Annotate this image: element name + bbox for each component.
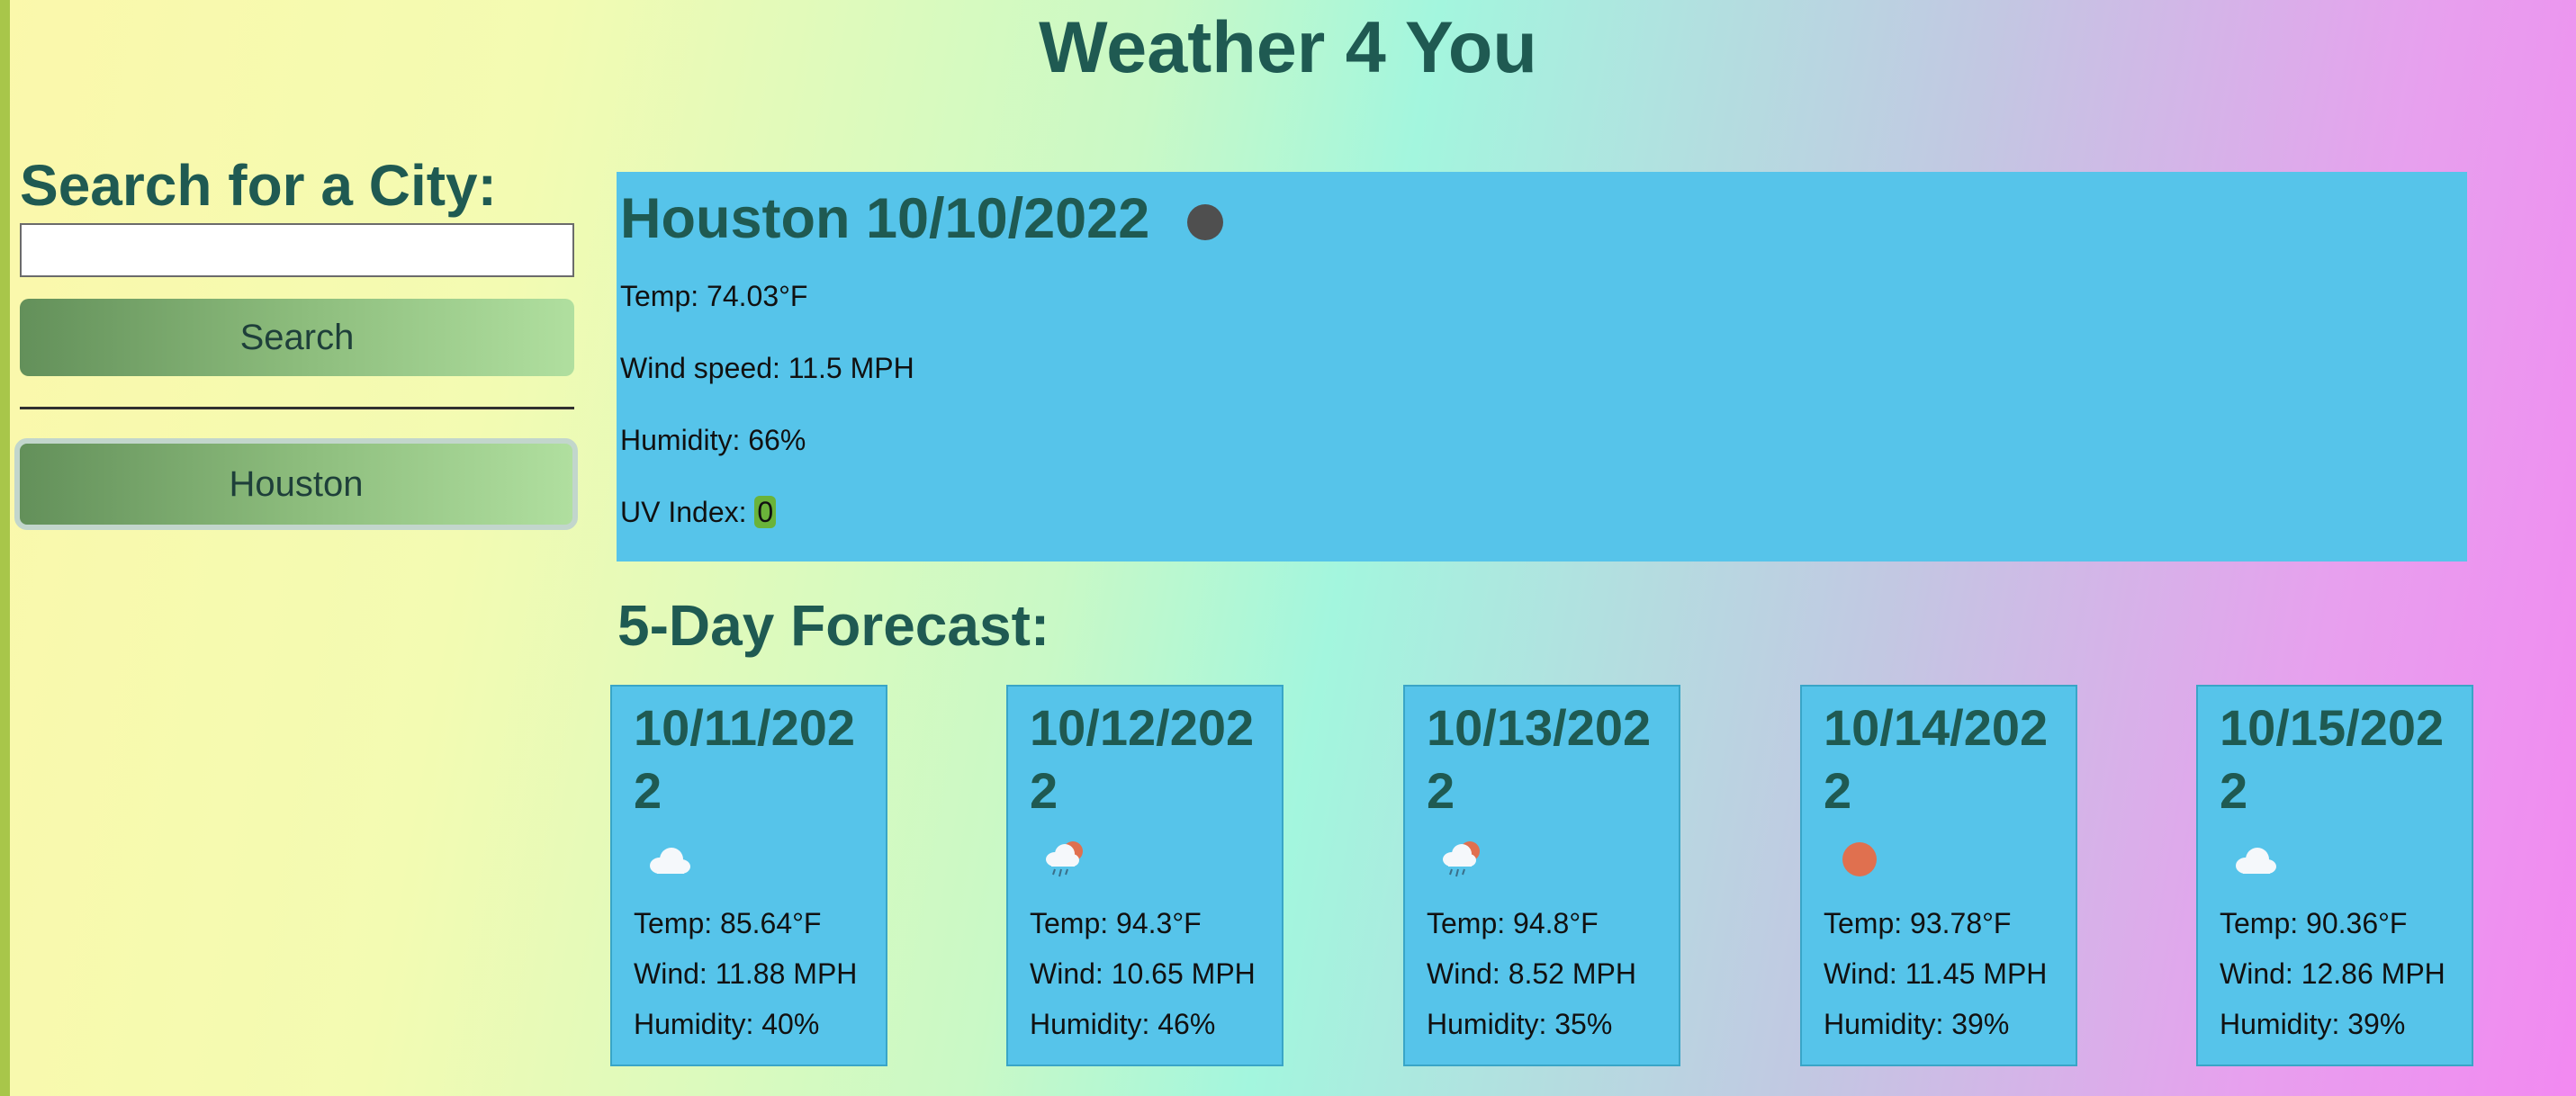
cloud-icon [2220,830,2450,889]
forecast-temp: Temp: 85.64°F [634,907,822,939]
current-humidity: Humidity: 66% [620,424,806,456]
current-city-date: Houston 10/10/2022 [620,187,1150,250]
current-weather-title: Houston 10/10/2022 [620,184,2463,253]
forecast-card: 10/14/2022 Temp: 93.78°F Wind: 11.45 MPH… [1800,685,2077,1066]
forecast-card: 10/12/2022 Temp: 94.3°F Wind: 10.65 MPH … [1006,685,1283,1066]
forecast-card: 10/13/2022 Temp: 94.8°F Wind: 8.52 MPH H… [1403,685,1680,1066]
uv-value-badge: 0 [754,496,777,528]
left-accent-bar [0,0,10,1096]
search-button[interactable]: Search [20,299,574,376]
forecast-wind: Wind: 8.52 MPH [1427,957,1636,990]
uv-label: UV Index: [620,496,747,528]
sidebar-divider [20,407,574,409]
forecast-date: 10/13/2022 [1427,699,1652,819]
current-uv: UV Index: 0 [620,494,2463,530]
current-weather-panel: Houston 10/10/2022 Temp: 74.03°F Wind sp… [617,172,2467,561]
forecast-temp: Temp: 90.36°F [2220,907,2408,939]
forecast-humidity: Humidity: 39% [2220,1008,2406,1040]
forecast-humidity: Humidity: 39% [1824,1008,2010,1040]
sun-rain-cloud-icon [1427,830,1657,889]
forecast-date: 10/12/2022 [1030,699,1255,819]
forecast-date: 10/14/2022 [1824,699,2049,819]
forecast-temp: Temp: 94.8°F [1427,907,1599,939]
forecast-wind: Wind: 12.86 MPH [2220,957,2445,990]
sun-icon [1824,830,2054,889]
forecast-heading: 5-Day Forecast: [617,593,1050,658]
forecast-temp: Temp: 93.78°F [1824,907,2012,939]
forecast-humidity: Humidity: 40% [634,1008,820,1040]
forecast-card: 10/11/2022 Temp: 85.64°F Wind: 11.88 MPH… [610,685,887,1066]
forecast-wind: Wind: 11.88 MPH [634,957,858,990]
forecast-date: 10/15/2022 [2220,699,2445,819]
forecast-temp: Temp: 94.3°F [1030,907,1202,939]
forecast-humidity: Humidity: 46% [1030,1008,1216,1040]
current-weather-icon [1187,204,1224,240]
current-wind: Wind speed: 11.5 MPH [620,352,914,384]
city-search-input[interactable] [20,223,574,277]
search-heading: Search for a City: [20,153,497,218]
forecast-card: 10/15/2022 Temp: 90.36°F Wind: 12.86 MPH… [2196,685,2473,1066]
history-button-houston[interactable]: Houston [14,438,578,530]
search-sidebar: Search for a City: Search [20,153,574,409]
forecast-wind: Wind: 11.45 MPH [1824,957,2048,990]
current-temp: Temp: 74.03°F [620,280,808,312]
forecast-humidity: Humidity: 35% [1427,1008,1613,1040]
forecast-date: 10/11/2022 [634,699,856,819]
forecast-wind: Wind: 10.65 MPH [1030,957,1256,990]
page-title: Weather 4 You [1039,7,1537,88]
sun-rain-cloud-icon [1030,830,1260,889]
cloud-icon [634,830,864,889]
